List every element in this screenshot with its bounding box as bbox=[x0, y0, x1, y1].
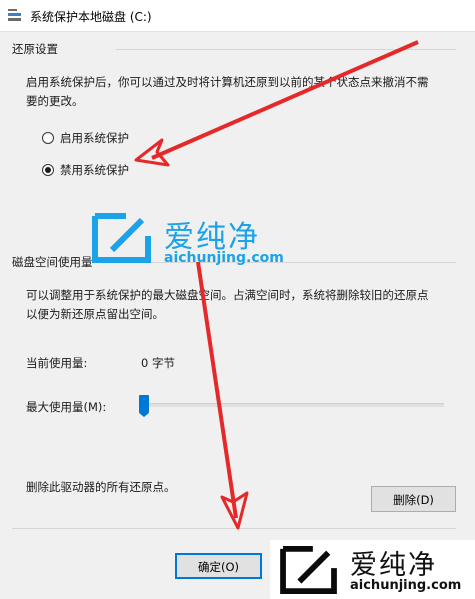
delete-button[interactable]: 删除(D) bbox=[371, 486, 456, 512]
arrow-to-disable-option bbox=[151, 40, 419, 160]
ok-button[interactable]: 确定(O) bbox=[175, 553, 262, 579]
disk-usage-description-line2: 以便为新还原点留出空间。 bbox=[26, 307, 164, 321]
watermark-center: 爱纯净 aichunjing.com bbox=[92, 212, 292, 272]
max-usage-slider-track[interactable] bbox=[142, 403, 444, 407]
radio-button-unchecked[interactable] bbox=[42, 132, 54, 144]
title-bar: 系统保护本地磁盘 (C:) bbox=[0, 0, 475, 32]
watermark-url: aichunjing.com bbox=[350, 578, 462, 593]
arrow-head-disable bbox=[134, 138, 170, 167]
current-usage-value: 0 字节 bbox=[141, 356, 175, 370]
max-usage-slider-thumb[interactable] bbox=[139, 395, 149, 417]
disable-protection-label: 禁用系统保护 bbox=[60, 163, 129, 177]
disk-usage-description-line1: 可以调整用于系统保护的最大磁盘空间。占满空间时，系统将删除较旧的还原点 bbox=[26, 288, 429, 302]
max-usage-label: 最大使用量(M): bbox=[26, 400, 107, 414]
window-title: 系统保护本地磁盘 (C:) bbox=[30, 10, 152, 24]
restore-settings-description-line2: 要的更改。 bbox=[26, 94, 84, 108]
watermark-url: aichunjing.com bbox=[164, 250, 284, 266]
watermark-corner: 爱纯净 aichunjing.com bbox=[270, 540, 475, 599]
arrow-head-ok bbox=[220, 491, 249, 530]
current-usage-label: 当前使用量: bbox=[26, 356, 88, 370]
disable-protection-radio[interactable]: 禁用系统保护 bbox=[42, 162, 129, 178]
watermark-brand: 爱纯净 bbox=[350, 550, 437, 581]
restore-settings-group-label: 还原设置 bbox=[12, 42, 58, 56]
disk-usage-group-label: 磁盘空间使用量 bbox=[12, 255, 93, 269]
enable-protection-label: 启用系统保护 bbox=[60, 131, 129, 145]
restore-settings-divider bbox=[116, 49, 456, 50]
watermark-logo-icon bbox=[92, 213, 151, 263]
delete-restore-points-text: 删除此驱动器的所有还原点。 bbox=[26, 480, 176, 494]
restore-settings-description-line1: 启用系统保护后，你可以通过及时将计算机还原到以前的某个状态点来撤消不需 bbox=[26, 75, 429, 89]
enable-protection-radio[interactable]: 启用系统保护 bbox=[42, 130, 129, 146]
system-protection-icon bbox=[8, 9, 21, 21]
radio-button-checked[interactable] bbox=[42, 164, 54, 176]
footer-divider bbox=[12, 528, 456, 529]
watermark-logo-icon bbox=[280, 545, 337, 595]
